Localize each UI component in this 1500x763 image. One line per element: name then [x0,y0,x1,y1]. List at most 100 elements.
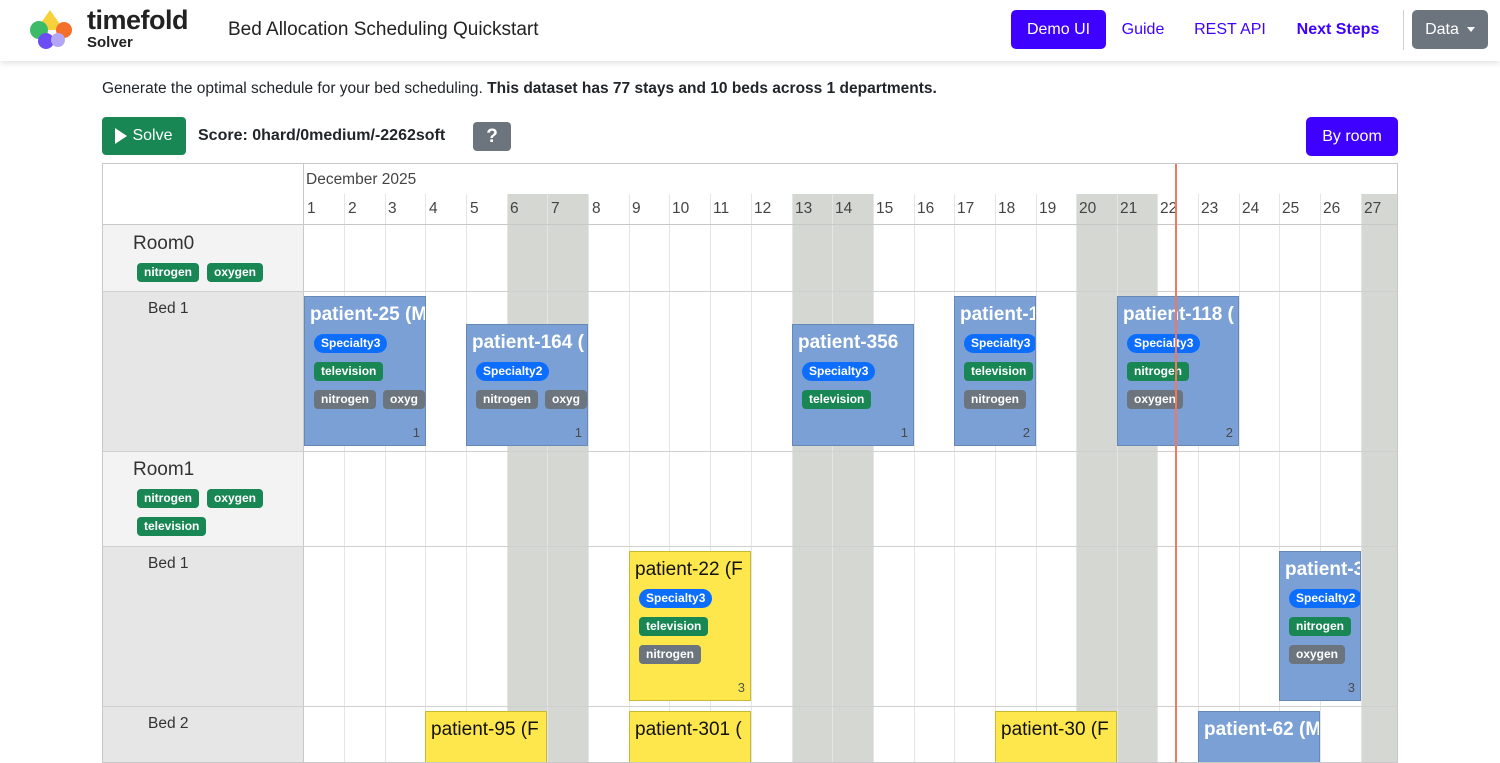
day-label: 24 [1242,200,1260,217]
by-room-button[interactable]: By room [1306,117,1398,156]
bed-name: Bed 1 [148,300,189,317]
bed-name: Bed 2 [148,715,189,732]
grid-line [1157,194,1158,762]
bed-label-room1-bed1[interactable]: Bed 1 [103,546,303,706]
stay-item[interactable]: patient-118 ( Specialty3 nitrogen oxygen… [1117,296,1239,446]
day-label: 23 [1201,200,1219,217]
day-label: 10 [672,200,690,217]
grid-line [1361,194,1362,762]
equipment-tag: nitrogen [1289,617,1351,636]
description-text: Generate the optimal schedule for your b… [102,80,488,97]
grid-line [1198,194,1199,762]
equipment-tag: television [964,362,1034,381]
stay-item[interactable]: patient-25 (M Specialty3 television nitr… [304,296,426,446]
day-label: 12 [754,200,772,217]
brand-name: timefold [87,5,189,35]
rest-api-link[interactable]: REST API [1186,10,1274,49]
equipment-tag: television [137,517,207,536]
solve-button[interactable]: Solve [102,117,186,155]
brand[interactable]: timefold Solver [87,5,189,51]
stay-tags: Specialty3 nitrogen oxygen [1127,334,1201,409]
stay-count: 1 [574,425,582,440]
caret-down-icon [1466,27,1475,32]
grid-line [1076,194,1077,762]
equipment-tag: nitrogen [476,390,538,409]
specialty-tag: Specialty3 [1127,334,1201,353]
score-help-button[interactable]: ? [473,122,511,151]
timefold-logo-icon[interactable] [28,8,76,50]
room-label-room0[interactable]: Room0 nitrogen oxygen [103,225,303,291]
equipment-tag: oxyg [383,390,425,409]
room-label-room1[interactable]: Room1 nitrogen oxygen television [103,451,303,546]
day-label: 5 [470,200,479,217]
equipment-tag: oxygen [207,489,264,508]
day-label: 6 [510,200,519,217]
bed-name: Bed 1 [148,555,189,572]
grid-line [832,194,833,762]
day-label: 20 [1079,200,1097,217]
grid-line [466,194,467,762]
bed-label-room1-bed2[interactable]: Bed 2 [103,706,303,762]
timeline[interactable]: December 2025 1 2 3 4 5 6 7 8 9 10 11 12… [102,163,1398,763]
stay-title: patient-25 (M [310,304,426,325]
stay-item[interactable]: patient-1 Specialty3 television nitrogen… [954,296,1036,446]
stay-item[interactable]: patient-62 (M [1198,711,1320,762]
stay-tags: Specialty2 nitrogen oxygen [1289,589,1360,664]
stay-title: patient-1 [960,304,1036,325]
day-label: 21 [1120,200,1138,217]
stay-item[interactable]: patient-164 ( Specialty2 nitrogen oxyg 1 [466,324,588,446]
next-steps-link[interactable]: Next Steps [1286,10,1390,49]
bed-label-room0-bed1[interactable]: Bed 1 [103,291,303,451]
data-dropdown-button[interactable]: Data [1412,10,1488,49]
day-label: 26 [1323,200,1341,217]
specialty-tag: Specialty2 [1289,589,1360,608]
grid-line [1239,194,1240,762]
grid-line [588,194,589,762]
day-label: 2 [348,200,357,217]
day-label: 25 [1282,200,1300,217]
day-label: 11 [713,200,730,217]
score-label: Score: 0hard/0medium/-2262soft [198,127,446,144]
day-label: 7 [551,200,560,217]
stay-item[interactable]: patient-30 (F [995,711,1117,762]
row-divider [103,451,1397,452]
grid-line [914,194,915,762]
room-name: Room0 [133,233,195,254]
stay-item[interactable]: patient-22 (F Specialty3 television nitr… [629,551,751,701]
stay-title: patient-118 ( [1123,304,1234,325]
equipment-tag: nitrogen [137,489,199,508]
room-name: Room1 [133,459,195,480]
stay-count: 1 [900,425,908,440]
day-label: 18 [998,200,1016,217]
grid-line [344,194,345,762]
weekend-shade [1361,194,1397,762]
month-label: December 2025 [306,171,417,188]
description-summary: This dataset has 77 stays and 10 beds ac… [487,80,937,97]
grid-line [385,194,386,762]
guide-link[interactable]: Guide [1115,10,1171,49]
stay-title: patient-3 [1285,559,1361,580]
specialty-tag: Specialty3 [314,334,388,353]
brand-sub: Solver [87,34,133,51]
stay-count: 2 [1225,425,1233,440]
stay-title: patient-164 ( [472,332,584,353]
stay-title: patient-30 (F [1001,719,1109,740]
day-label: 14 [835,200,853,217]
stay-tags: Specialty3 television nitrogen [964,334,1035,409]
stay-count: 3 [737,680,745,695]
stay-item[interactable]: patient-3 Specialty2 nitrogen oxygen 3 [1279,551,1361,701]
stay-title: patient-22 (F [635,559,743,580]
row-divider [103,706,1397,707]
dataset-description: Generate the optimal schedule for your b… [102,80,937,98]
equipment-tag: television [314,362,384,381]
grid-line [1036,194,1037,762]
specialty-tag: Specialty2 [476,362,550,381]
stay-item[interactable]: patient-356 Specialty3 television 1 [792,324,914,446]
equipment-tag: nitrogen [314,390,376,409]
demo-ui-button[interactable]: Demo UI [1011,10,1106,49]
stay-item[interactable]: patient-95 (F [425,711,547,762]
room-equipment-tags: nitrogen oxygen [137,263,287,282]
equipment-tag: television [639,617,709,636]
stay-item[interactable]: patient-301 ( [629,711,751,762]
row-divider [103,546,1397,547]
